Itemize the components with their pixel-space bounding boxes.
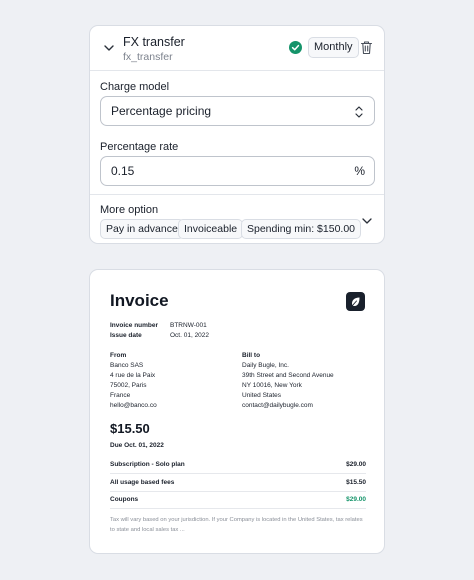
bill-to-line: 39th Street and Second Avenue bbox=[242, 372, 334, 379]
bill-to-line: United States bbox=[242, 392, 282, 399]
trash-icon[interactable] bbox=[360, 40, 373, 55]
line-divider bbox=[110, 508, 366, 509]
option-chip[interactable]: Invoiceable bbox=[178, 219, 244, 239]
invoice-number-value: BTRNW-001 bbox=[170, 322, 207, 329]
leaf-logo-icon bbox=[346, 292, 365, 311]
line-item-label: Subscription - Solo plan bbox=[110, 461, 185, 468]
line-item-amount: $29.00 bbox=[346, 461, 366, 468]
line-item: Coupons $29.00 bbox=[110, 496, 366, 503]
bill-to-line: contact@dailybugle.com bbox=[242, 402, 313, 409]
chevron-down-icon[interactable] bbox=[102, 41, 116, 55]
from-address: Banco SAS 4 rue de la Paix 75002, Paris … bbox=[110, 361, 157, 411]
line-item: Subscription - Solo plan $29.00 bbox=[110, 461, 366, 468]
percentage-rate-label: Percentage rate bbox=[100, 141, 179, 153]
charge-model-value: Percentage pricing bbox=[111, 104, 212, 118]
updown-arrows-icon bbox=[355, 106, 363, 118]
charge-card: FX transfer fx_transfer Monthly Charge m… bbox=[89, 25, 385, 244]
bill-to-label: Bill to bbox=[242, 352, 261, 359]
interval-badge: Monthly bbox=[308, 37, 359, 58]
percent-suffix: % bbox=[354, 164, 365, 178]
coupon-amount: $29.00 bbox=[346, 496, 366, 503]
line-item-label: All usage based fees bbox=[110, 479, 175, 486]
bill-to-line: NY 10016, New York bbox=[242, 382, 302, 389]
due-date: Due Oct. 01, 2022 bbox=[110, 442, 164, 449]
issue-date-label: Issue date bbox=[110, 332, 142, 339]
line-divider bbox=[110, 473, 366, 474]
from-line: 75002, Paris bbox=[110, 382, 147, 389]
tax-note: Tax will vary based on your jurisdiction… bbox=[110, 517, 363, 533]
charge-header[interactable]: FX transfer fx_transfer Monthly bbox=[90, 26, 384, 71]
invoice-number-label: Invoice number bbox=[110, 322, 159, 329]
chevron-down-icon[interactable] bbox=[361, 215, 373, 227]
from-line: Banco SAS bbox=[110, 362, 144, 369]
check-circle-icon bbox=[289, 41, 302, 54]
percentage-rate-input[interactable]: 0.15 % bbox=[100, 156, 375, 186]
from-line: 4 rue de la Paix bbox=[110, 372, 156, 379]
from-line: France bbox=[110, 392, 131, 399]
charge-model-select[interactable]: Percentage pricing bbox=[100, 96, 375, 126]
options-divider bbox=[90, 194, 384, 195]
invoice-total: $15.50 bbox=[110, 421, 150, 436]
invoice-title: Invoice bbox=[110, 291, 169, 310]
line-divider bbox=[110, 491, 366, 492]
line-item: All usage based fees $15.50 bbox=[110, 479, 366, 486]
invoice-card: Invoice Invoice number BTRNW-001 Issue d… bbox=[89, 269, 385, 554]
more-option-label: More option bbox=[100, 204, 159, 216]
from-line: hello@banco.co bbox=[110, 402, 157, 409]
option-chip[interactable]: Spending min: $150.00 bbox=[241, 219, 361, 239]
issue-date-value: Oct. 01, 2022 bbox=[170, 332, 210, 339]
line-item-amount: $15.50 bbox=[346, 479, 366, 486]
bill-to-address: Daily Bugle, Inc. 39th Street and Second… bbox=[242, 361, 334, 411]
option-chip[interactable]: Pay in advance bbox=[100, 219, 184, 239]
charge-code: fx_transfer bbox=[123, 51, 173, 63]
charge-title: FX transfer bbox=[123, 35, 185, 49]
percentage-rate-value: 0.15 bbox=[111, 164, 135, 178]
charge-model-label: Charge model bbox=[100, 81, 170, 93]
bill-to-line: Daily Bugle, Inc. bbox=[242, 362, 289, 369]
line-item-label: Coupons bbox=[110, 496, 139, 503]
from-label: From bbox=[110, 352, 127, 359]
